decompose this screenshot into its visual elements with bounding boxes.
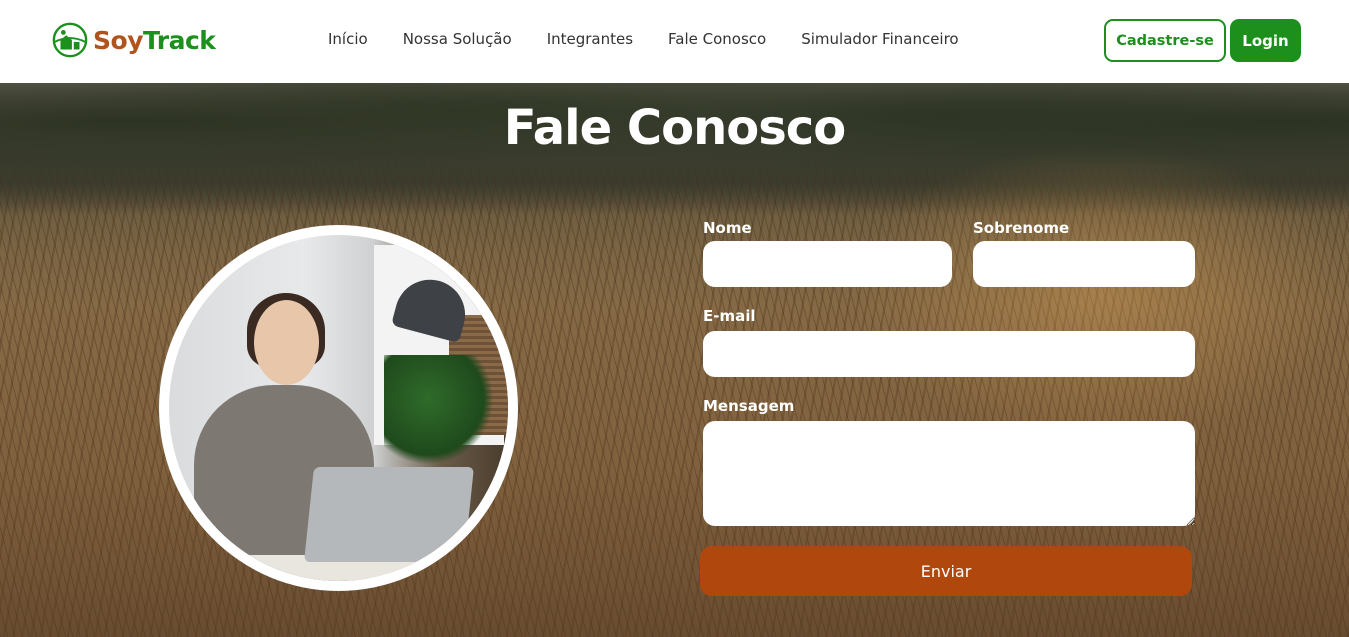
first-name-field[interactable] (703, 241, 952, 287)
site-header: SoyTrack Início Nossa Solução Integrante… (0, 0, 1349, 83)
globe-farm-icon (52, 22, 88, 58)
support-photo-frame (159, 225, 518, 591)
message-field[interactable] (703, 421, 1195, 526)
nav-item-simulador-financeiro[interactable]: Simulador Financeiro (801, 30, 958, 48)
login-button[interactable]: Login (1230, 19, 1301, 62)
brand-logo[interactable]: SoyTrack (51, 21, 216, 59)
submit-button[interactable]: Enviar (700, 546, 1192, 596)
nav-item-fale-conosco[interactable]: Fale Conosco (668, 30, 766, 48)
sun-glow (850, 143, 1349, 443)
email-field[interactable] (703, 331, 1195, 377)
nav-item-integrantes[interactable]: Integrantes (547, 30, 633, 48)
brand-track: Track (142, 25, 216, 55)
signup-button[interactable]: Cadastre-se (1104, 19, 1226, 62)
photo-laptop (304, 467, 474, 562)
nav-item-nossa-solucao[interactable]: Nossa Solução (403, 30, 512, 48)
message-label: Mensagem (703, 397, 795, 415)
last-name-field[interactable] (973, 241, 1195, 287)
nav-item-inicio[interactable]: Início (328, 30, 368, 48)
main-nav: Início Nossa Solução Integrantes Fale Co… (328, 30, 994, 48)
first-name-label: Nome (703, 219, 752, 237)
brand-name: SoyTrack (93, 25, 216, 55)
support-agent-photo (169, 235, 508, 581)
photo-person-head (254, 300, 319, 385)
last-name-label: Sobrenome (973, 219, 1070, 237)
photo-plant (384, 355, 494, 465)
brand-soy: So (93, 25, 128, 55)
brand-soy-end: y (127, 25, 143, 55)
email-label: E-mail (703, 307, 756, 325)
page-title: Fale Conosco (503, 100, 846, 156)
